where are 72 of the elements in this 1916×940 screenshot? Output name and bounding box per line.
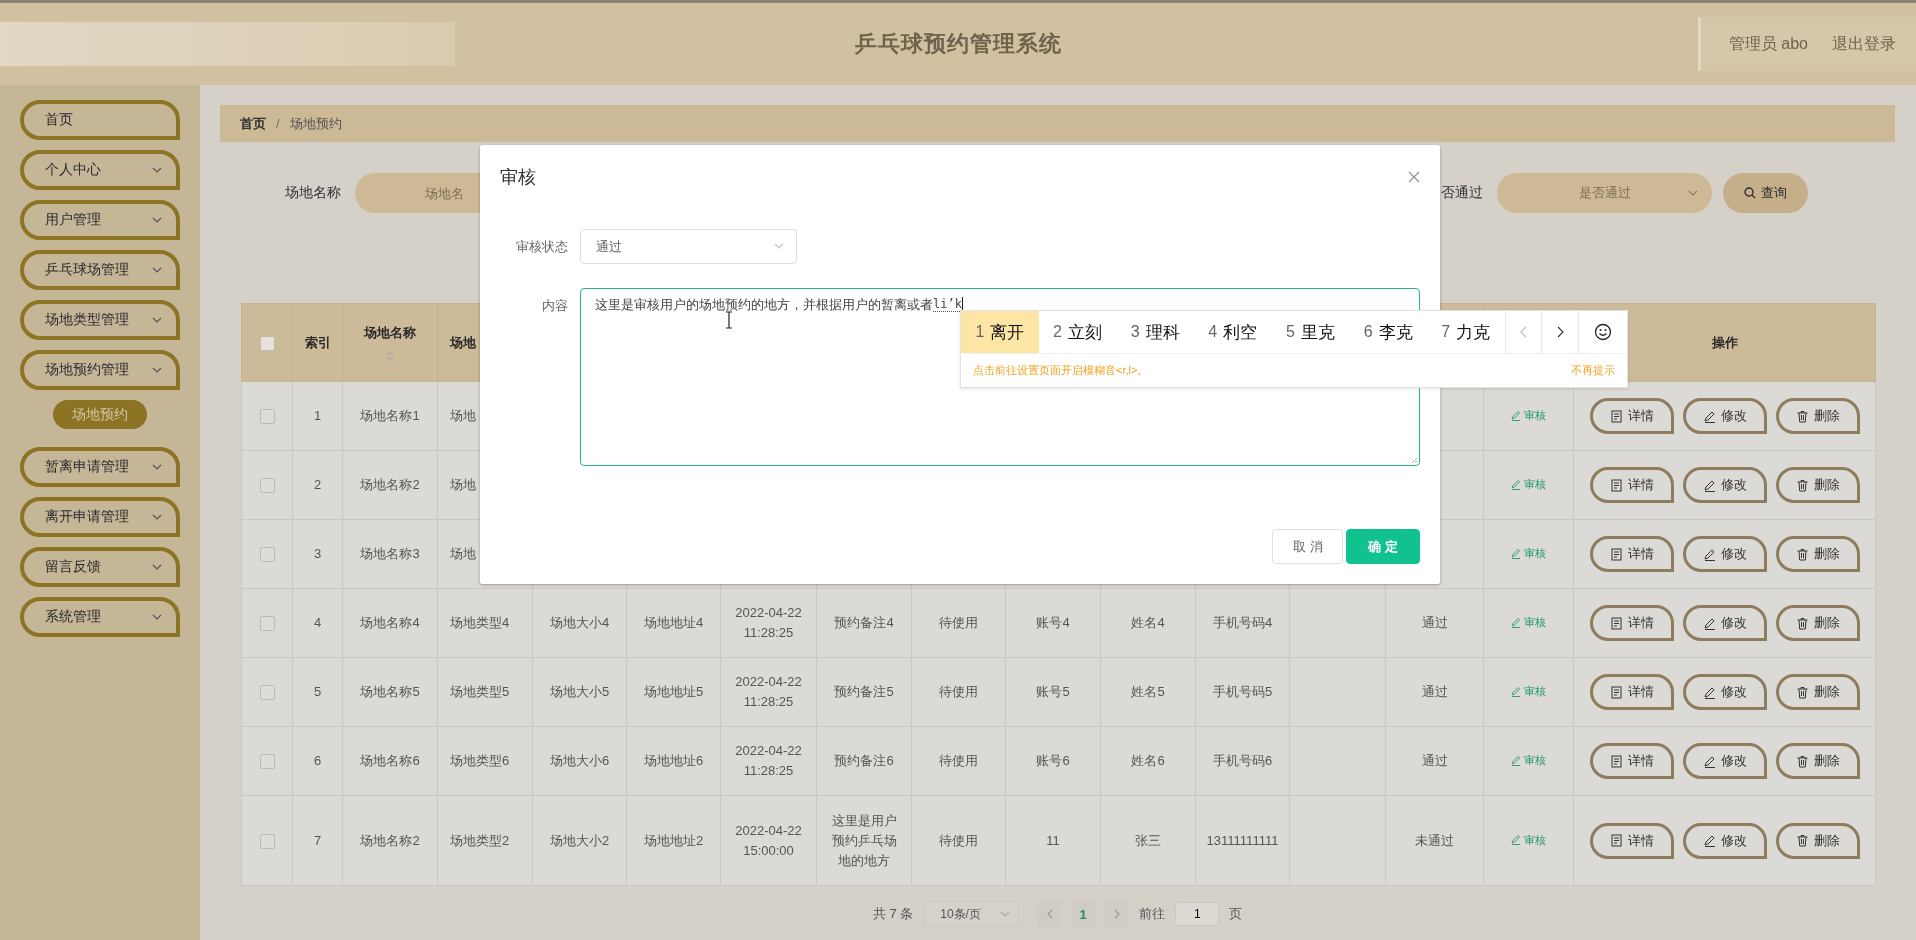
table-cell: 3	[313, 546, 322, 561]
table-cell: 姓名6	[1131, 753, 1165, 768]
page-suffix: 页	[1229, 905, 1243, 923]
field-label: 否通过	[1441, 184, 1483, 202]
table-cell: 2022-04-22 15:00:00	[735, 822, 802, 858]
breadcrumb-separator: /	[276, 116, 280, 131]
table-cell: 场地地址2	[643, 832, 704, 848]
table-cell: 通过	[1421, 753, 1448, 768]
user-name: 管理员 abo	[1728, 33, 1808, 54]
table-cell: 预约备注6	[834, 753, 894, 768]
table-cell: 场地	[450, 546, 476, 561]
table-cell: 待使用	[939, 684, 978, 699]
table-cell: 账号6	[1036, 753, 1070, 768]
table-cell: 待使用	[939, 832, 978, 848]
table-cell: 场地	[450, 477, 476, 492]
total-count: 共 7 条	[872, 905, 914, 923]
breadcrumb-current: 场地预约	[289, 114, 342, 133]
table-cell: 场地地址6	[643, 753, 704, 768]
table-cell: 场地名称2	[360, 832, 420, 848]
table-cell: 场地地址4	[643, 615, 704, 630]
table-cell: 账号5	[1036, 684, 1070, 699]
table-cell: 场地名称1	[360, 408, 420, 423]
table-cell: 场地名称3	[360, 546, 420, 561]
table-cell: 7	[313, 832, 322, 848]
table-cell: 通过	[1421, 684, 1448, 699]
table-cell: 5	[313, 684, 322, 699]
table-cell: 场地名称2	[360, 477, 420, 492]
table-cell: 场地	[450, 408, 476, 423]
field-label: 审核状态	[515, 238, 569, 256]
table-cell: 场地类型2	[450, 832, 510, 848]
table-cell: 11	[1046, 832, 1060, 848]
table-cell: 6	[313, 753, 322, 768]
table-cell: 1	[313, 408, 322, 423]
table-cell: 场地名称4	[360, 615, 420, 630]
table-cell: 2022-04-22 11:28:25	[735, 674, 802, 709]
table-cell: 待使用	[939, 753, 978, 768]
app-title: 乒乓球预约管理系统	[854, 30, 1062, 58]
table-cell: 场地名称6	[360, 753, 420, 768]
table-cell: 场地大小6	[549, 753, 610, 768]
table-cell: 场地地址5	[643, 684, 704, 699]
column-header: 索引	[304, 333, 331, 352]
table-cell: 通过	[1421, 615, 1448, 630]
table-cell: 场地名称5	[360, 684, 420, 699]
table-cell: 这里是用户预约乒乓场地的地方	[831, 812, 897, 868]
table-cell: 账号4	[1036, 615, 1070, 630]
dialog-title: 审核	[500, 166, 536, 189]
table-cell: 13111111111	[1206, 832, 1279, 848]
table-cell: 场地大小4	[549, 615, 610, 630]
table-cell: 场地类型6	[450, 753, 510, 768]
table-cell: 姓名4	[1131, 615, 1165, 630]
table-cell: 场地大小2	[549, 832, 610, 848]
table-cell: 手机号码5	[1212, 684, 1273, 699]
table-cell: 场地类型4	[450, 615, 510, 630]
field-label: 内容	[541, 297, 569, 315]
table-cell: 待使用	[939, 615, 978, 630]
table-cell: 场地大小5	[549, 684, 610, 699]
table-cell: 张三	[1135, 832, 1161, 848]
column-header: 场地	[450, 333, 476, 352]
field-label: 场地名称	[285, 184, 341, 202]
table-cell: 手机号码4	[1212, 615, 1273, 630]
table-cell: 2022-04-22 11:28:25	[735, 605, 802, 640]
table-cell: 2022-04-22 11:28:25	[735, 743, 802, 778]
table-cell: 未通过	[1415, 832, 1454, 848]
goto-label: 前往	[1139, 905, 1166, 923]
table-cell: 4	[313, 615, 322, 630]
column-header: 操作	[1711, 333, 1738, 352]
table-cell: 场地类型5	[450, 684, 510, 699]
table-cell: 预约备注4	[834, 615, 894, 630]
table-cell: 预约备注5	[834, 684, 894, 699]
table-cell: 2	[313, 477, 322, 492]
table-cell: 姓名5	[1131, 684, 1165, 699]
table-cell: 手机号码6	[1212, 753, 1273, 768]
